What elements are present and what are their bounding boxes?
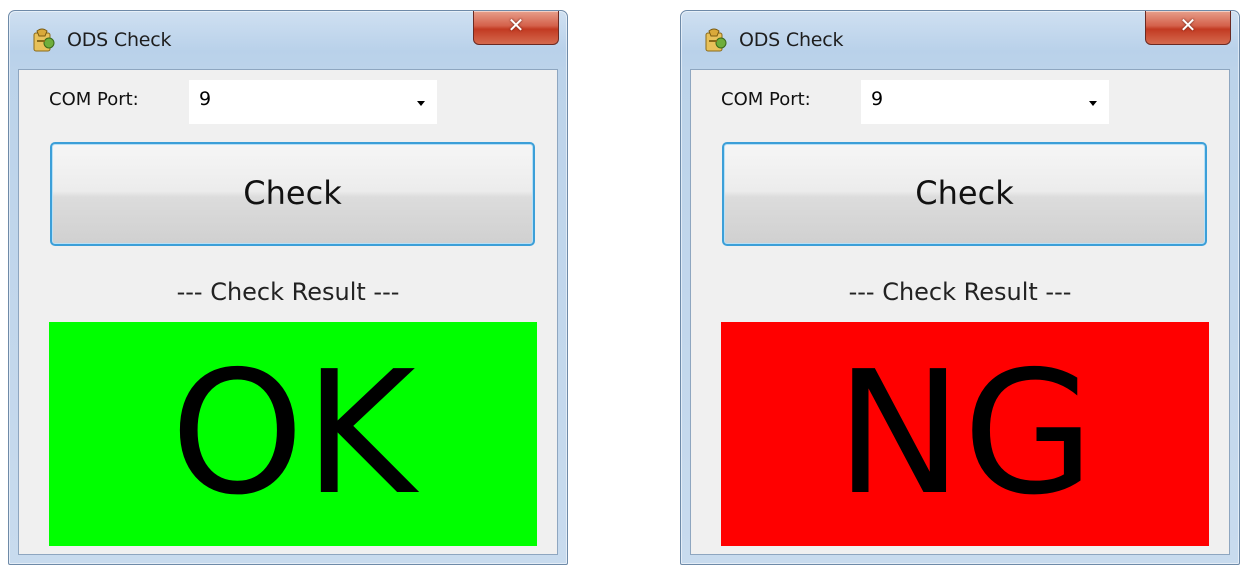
check-button-label: Check xyxy=(915,174,1014,212)
close-button[interactable]: ✕ xyxy=(1145,11,1231,45)
close-icon: ✕ xyxy=(507,13,525,37)
close-button[interactable]: ✕ xyxy=(473,11,559,45)
client-area: COM Port: 9 Check --- Check Result --- N… xyxy=(690,69,1230,555)
com-port-value: 9 xyxy=(871,88,884,110)
check-button[interactable]: Check xyxy=(50,142,535,246)
app-icon xyxy=(705,28,727,52)
ods-check-window-ok: ODS Check ✕ COM Port: 9 Check --- Check … xyxy=(8,10,568,565)
result-caption: --- Check Result --- xyxy=(176,278,400,306)
window-title: ODS Check xyxy=(739,29,844,51)
result-panel-ng: NG xyxy=(721,322,1209,546)
check-button-label: Check xyxy=(243,174,342,212)
check-button[interactable]: Check xyxy=(722,142,1207,246)
close-icon: ✕ xyxy=(1179,13,1197,37)
ods-check-window-ng: ODS Check ✕ COM Port: 9 Check --- Check … xyxy=(680,10,1240,565)
window-title: ODS Check xyxy=(67,29,172,51)
app-icon xyxy=(33,28,55,52)
com-port-select[interactable]: 9 xyxy=(189,80,437,124)
title-bar[interactable]: ODS Check ✕ xyxy=(9,11,567,69)
com-port-label: COM Port: xyxy=(721,89,811,110)
result-caption: --- Check Result --- xyxy=(848,278,1072,306)
result-text: OK xyxy=(170,335,416,533)
com-port-label: COM Port: xyxy=(49,89,139,110)
result-panel-ok: OK xyxy=(49,322,537,546)
result-text: NG xyxy=(835,335,1095,533)
com-port-value: 9 xyxy=(199,88,212,110)
client-area: COM Port: 9 Check --- Check Result --- O… xyxy=(18,69,558,555)
chevron-down-icon[interactable] xyxy=(417,101,425,106)
com-port-select[interactable]: 9 xyxy=(861,80,1109,124)
chevron-down-icon[interactable] xyxy=(1089,101,1097,106)
title-bar[interactable]: ODS Check ✕ xyxy=(681,11,1239,69)
